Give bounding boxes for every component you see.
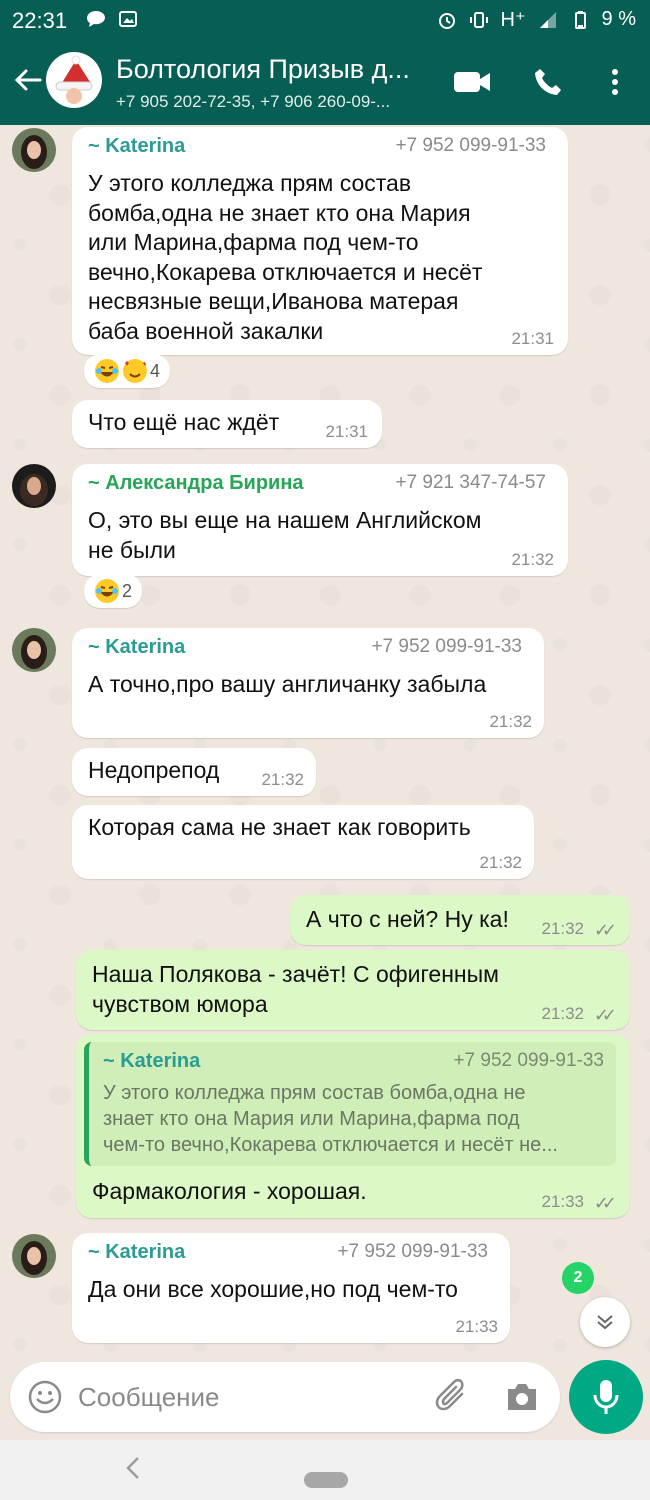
message-text: Которая сама не знает как говорить (88, 814, 471, 840)
message-bubble[interactable]: ~ Katerina +7 952 099-91-33 А точно,про … (72, 628, 544, 738)
chat-messages[interactable]: ~ Katerina +7 952 099-91-33 У этого колл… (0, 125, 650, 1362)
alarm-icon (438, 12, 455, 29)
reactions[interactable]: 2 (84, 574, 143, 608)
laughing-emoji-icon (95, 579, 119, 603)
sender-phone: +7 952 099-91-33 (337, 1241, 488, 1262)
message-bubble[interactable]: ~ Katerina +7 952 099-91-33 Да они все х… (72, 1233, 510, 1343)
video-call-button[interactable] (452, 62, 492, 102)
message-bubble-outgoing[interactable]: А что с ней? Ну ка! 21:32 ✓✓ (290, 895, 630, 945)
message-time: 21:33 (455, 1317, 498, 1336)
camera-icon[interactable] (504, 1380, 540, 1414)
unread-count-badge: 2 (562, 1262, 594, 1294)
reactions[interactable]: 4 (84, 354, 171, 388)
katerina-avatar-image (12, 1234, 56, 1278)
avatar[interactable] (12, 628, 56, 672)
message-notification-icon (87, 11, 105, 27)
battery-icon (574, 10, 586, 29)
message-bubble[interactable]: Которая сама не знает как говорить 21:32 (72, 805, 534, 879)
message-text: Недопрепод (88, 757, 220, 783)
phone-icon (535, 69, 561, 95)
read-receipt-icon: ✓✓ (593, 920, 617, 940)
message-time: 21:32 (541, 1004, 584, 1023)
emoji-icon[interactable] (28, 1380, 62, 1414)
aleksandra-avatar-image (12, 464, 56, 508)
message-time: 21:32 (541, 919, 584, 938)
message-bubble-outgoing[interactable]: ~ Katerina +7 952 099-91-33 У этого колл… (76, 1034, 630, 1218)
message-bubble[interactable]: Недопрепод 21:32 (72, 748, 316, 796)
santa-hat-icon (55, 55, 93, 104)
more-options-button[interactable] (595, 62, 635, 102)
scroll-to-bottom-button[interactable] (580, 1297, 630, 1347)
gallery-notification-icon (119, 11, 137, 27)
message-composer[interactable]: Сообщение (10, 1362, 560, 1432)
read-receipt-icon: ✓✓ (593, 1005, 617, 1025)
laughing-emoji-icon (95, 359, 119, 383)
message-time: 21:31 (511, 329, 554, 348)
reaction-count: 4 (150, 360, 161, 381)
sender-phone: +7 921 347-74-57 (395, 472, 546, 493)
message-text: А точно,про вашу англичанку забыла (88, 671, 487, 697)
avatar[interactable] (12, 128, 56, 172)
message-bubble-outgoing[interactable]: Наша Полякова - зачёт! С офигенным чувст… (76, 950, 630, 1030)
message-input[interactable]: Сообщение (78, 1382, 220, 1413)
reaction-count: 2 (122, 580, 133, 601)
message-bubble[interactable]: Что ещё нас ждёт 21:31 (72, 400, 382, 448)
mic-icon (593, 1380, 619, 1414)
quoted-text: У этого колледжа прям состав бомба,одна … (103, 1082, 558, 1156)
sender-name[interactable]: ~ Александра Бирина (88, 472, 304, 495)
network-type: H⁺ (500, 9, 526, 31)
message-text: Фармакология - хорошая. (92, 1178, 367, 1204)
message-text: Наша Полякова - зачёт! С офигенным чувст… (92, 961, 499, 1017)
sender-phone: +7 952 099-91-33 (371, 636, 522, 657)
battery-level: 9 % (601, 8, 636, 30)
read-receipt-icon: ✓✓ (593, 1193, 617, 1213)
message-time: 21:32 (261, 770, 304, 789)
more-vert-icon (612, 69, 618, 95)
nav-home-pill[interactable] (304, 1472, 348, 1488)
message-time: 21:33 (541, 1192, 584, 1211)
sender-name[interactable]: ~ Katerina (88, 636, 185, 659)
quoted-message[interactable]: ~ Katerina +7 952 099-91-33 У этого колл… (84, 1042, 616, 1166)
status-time: 22:31 (12, 8, 68, 33)
katerina-avatar-image (12, 128, 56, 172)
voice-record-button[interactable] (569, 1360, 643, 1434)
video-call-icon (454, 72, 490, 92)
system-nav-bar (0, 1440, 650, 1500)
message-time: 21:32 (489, 712, 532, 731)
vibrate-icon (469, 11, 488, 28)
message-time: 21:32 (511, 550, 554, 569)
signal-icon (539, 11, 556, 28)
message-text: А что с ней? Ну ка! (306, 906, 509, 932)
group-avatar[interactable] (46, 52, 102, 108)
chat-participants[interactable]: +7 905 202-72-35, +7 906 260-09-... (116, 92, 436, 112)
attach-icon[interactable] (434, 1378, 472, 1416)
chat-title[interactable]: Болтология Призыв д... (116, 54, 436, 85)
message-time: 21:31 (325, 422, 368, 441)
sender-name[interactable]: ~ Katerina (88, 1241, 185, 1264)
status-bar: 22:31 H⁺ 9 % (0, 0, 650, 40)
nav-back-icon[interactable] (124, 1454, 142, 1482)
chat-header: Болтология Призыв д... +7 905 202-72-35,… (0, 40, 650, 125)
quoted-sender: ~ Katerina (103, 1050, 201, 1072)
message-time: 21:32 (479, 853, 522, 872)
avatar[interactable] (12, 464, 56, 508)
message-text: Что ещё нас ждёт (88, 409, 280, 435)
katerina-avatar-image (12, 628, 56, 672)
sender-phone: +7 952 099-91-33 (395, 135, 546, 156)
message-bubble[interactable]: ~ Katerina +7 952 099-91-33 У этого колл… (72, 127, 568, 355)
message-bubble[interactable]: ~ Александра Бирина +7 921 347-74-57 О, … (72, 464, 568, 576)
smiling-hearts-emoji-icon (123, 359, 147, 383)
message-text: О, это вы еще на нашем Английском не был… (88, 507, 482, 563)
sender-name[interactable]: ~ Katerina (88, 135, 185, 158)
voice-call-button[interactable] (528, 62, 568, 102)
avatar[interactable] (12, 1234, 56, 1278)
chevron-down-icon (597, 1315, 613, 1330)
back-arrow-icon[interactable] (12, 64, 44, 96)
message-text: Да они все хорошие,но под чем-то (88, 1276, 458, 1302)
quoted-phone: +7 952 099-91-33 (453, 1050, 604, 1071)
message-text: У этого колледжа прям состав бомба,одна … (88, 170, 483, 344)
